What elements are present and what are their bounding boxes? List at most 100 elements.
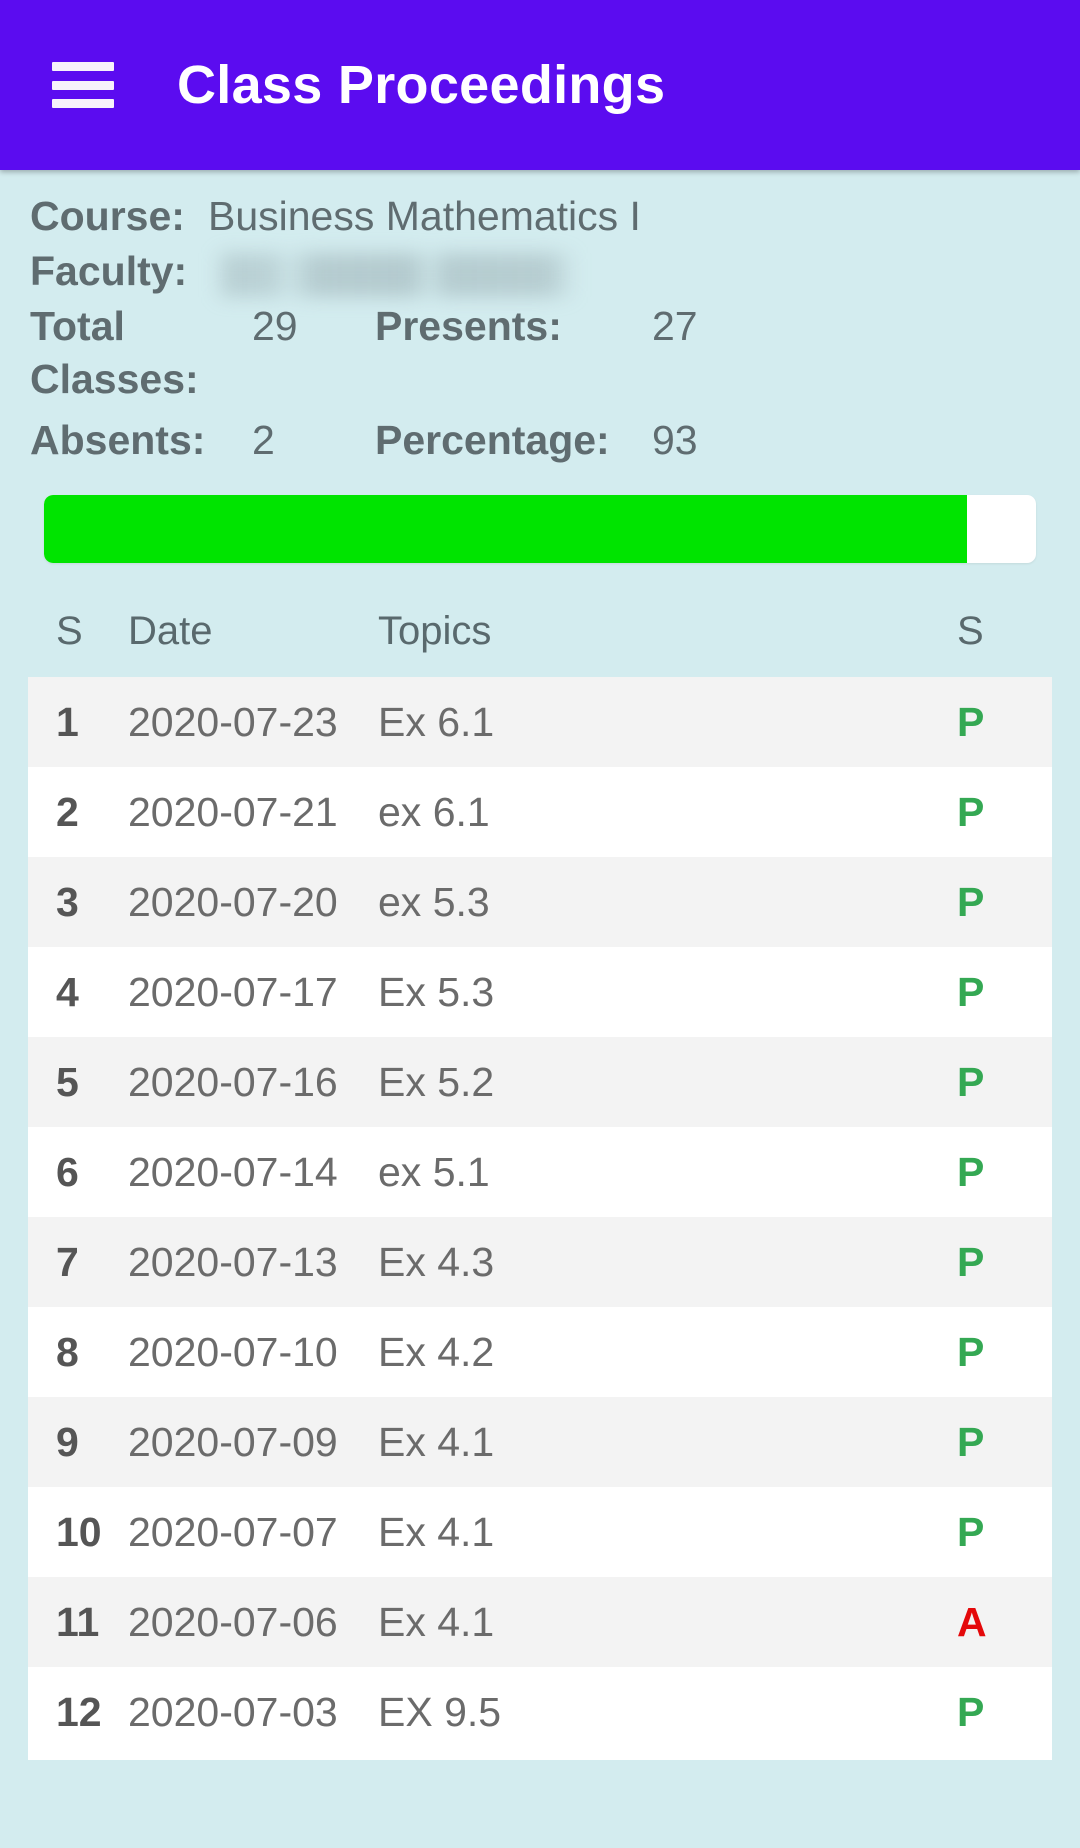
total-classes-label: Total Classes: <box>30 303 199 402</box>
table-row[interactable]: 6 2020-07-14 ex 5.1 P <box>28 1127 1052 1217</box>
table-row[interactable]: 4 2020-07-17 Ex 5.3 P <box>28 947 1052 1037</box>
presents-label-cell: Presents: <box>375 300 630 353</box>
absents-label-cell: Absents: <box>30 414 230 467</box>
row-topic: EX 9.5 <box>378 1688 502 1735</box>
table-row[interactable]: 3 2020-07-20 ex 5.3 P <box>28 857 1052 947</box>
presents-value-cell: 27 <box>630 300 1050 353</box>
row-date: 2020-07-03 <box>128 1688 338 1735</box>
attendance-table-body[interactable]: 1 2020-07-23 Ex 6.1 P 2 2020-07-21 ex 6.1 P 3 202… <box>28 677 1052 1760</box>
total-classes-value-cell: 29 <box>230 300 375 353</box>
table-row[interactable]: 12 2020-07-03 EX 9.5 P <box>28 1667 1052 1757</box>
row-status-badge: P <box>957 698 985 745</box>
app-screen: Class Proceedings Course: Business Mathe… <box>0 0 1080 1848</box>
row-date: 2020-07-07 <box>128 1508 338 1555</box>
row-date: 2020-07-14 <box>128 1148 338 1195</box>
course-value: Business Mathematics I <box>208 193 641 239</box>
page-title: Class Proceedings <box>177 55 666 115</box>
table-row[interactable]: 5 2020-07-16 Ex 5.2 P <box>28 1037 1052 1127</box>
row-topic: Ex 4.1 <box>378 1508 495 1555</box>
row-serial-number: 4 <box>56 968 79 1015</box>
attendance-progress-bar <box>44 495 1036 563</box>
attendance-progress-fill <box>44 495 967 563</box>
row-date: 2020-07-23 <box>128 698 338 745</box>
row-date: 2020-07-10 <box>128 1328 338 1375</box>
stats-row-1: Total Classes: 29 Presents: 27 <box>30 300 1050 406</box>
row-status-badge: P <box>957 1418 985 1465</box>
percentage-label: Percentage: <box>375 417 610 463</box>
header-date: Date <box>128 608 213 653</box>
row-topic: ex 5.3 <box>378 878 490 925</box>
faculty-label: Faculty: <box>30 248 188 294</box>
table-row[interactable]: 7 2020-07-13 Ex 4.3 P <box>28 1217 1052 1307</box>
faculty-value-redacted <box>214 253 577 297</box>
percentage-value-cell: 93 <box>630 414 1050 467</box>
header-topics: Topics <box>378 608 492 653</box>
row-serial-number: 11 <box>56 1598 100 1645</box>
row-date: 2020-07-20 <box>128 878 338 925</box>
row-status-badge: A <box>957 1598 987 1645</box>
row-serial-number: 12 <box>56 1688 102 1735</box>
hamburger-bar-3 <box>52 99 114 108</box>
row-status-badge: P <box>957 1058 985 1105</box>
hamburger-bar-2 <box>52 80 114 90</box>
presents-value: 27 <box>652 303 698 349</box>
row-serial-number: 1 <box>56 698 79 745</box>
presents-label: Presents: <box>375 303 562 349</box>
row-topic: Ex 4.3 <box>378 1238 495 1285</box>
row-topic: Ex 4.1 <box>378 1598 495 1645</box>
table-row[interactable]: 11 2020-07-06 Ex 4.1 A <box>28 1577 1052 1667</box>
app-bar: Class Proceedings <box>0 0 1080 170</box>
course-label: Course: <box>30 193 185 239</box>
absents-value-cell: 2 <box>230 414 375 467</box>
header-serial-number: S <box>56 608 83 653</box>
row-topic: Ex 5.3 <box>378 968 495 1015</box>
table-row[interactable]: 10 2020-07-07 Ex 4.1 P <box>28 1487 1052 1577</box>
row-serial-number: 8 <box>56 1328 79 1375</box>
stats-row-2: Absents: 2 Percentage: 93 <box>30 414 1050 467</box>
row-topic: Ex 6.1 <box>378 698 495 745</box>
row-serial-number: 6 <box>56 1148 79 1195</box>
header-status: S <box>957 608 984 653</box>
faculty-row: Faculty: <box>30 245 1050 298</box>
row-status-badge: P <box>957 1238 985 1285</box>
row-serial-number: 9 <box>56 1418 79 1465</box>
hamburger-menu-icon[interactable] <box>52 62 114 108</box>
row-topic: Ex 5.2 <box>378 1058 495 1105</box>
row-status-badge: P <box>957 788 985 835</box>
absents-label: Absents: <box>30 417 206 463</box>
row-date: 2020-07-13 <box>128 1238 338 1285</box>
row-topic: Ex 4.2 <box>378 1328 495 1375</box>
percentage-value: 93 <box>652 417 698 463</box>
course-row: Course: Business Mathematics I <box>30 190 1050 243</box>
row-serial-number: 7 <box>56 1238 79 1285</box>
attendance-table-header: S Date Topics S <box>0 585 1080 677</box>
table-row[interactable]: 9 2020-07-09 Ex 4.1 P <box>28 1397 1052 1487</box>
table-row[interactable]: 1 2020-07-23 Ex 6.1 P <box>28 677 1052 767</box>
table-row[interactable]: 8 2020-07-10 Ex 4.2 P <box>28 1307 1052 1397</box>
row-status-badge: P <box>957 968 985 1015</box>
total-classes-label-cell: Total Classes: <box>30 300 230 406</box>
hamburger-bar-1 <box>52 62 114 71</box>
row-date: 2020-07-21 <box>128 788 338 835</box>
row-serial-number: 10 <box>56 1508 102 1555</box>
row-status-badge: P <box>957 1688 985 1735</box>
row-date: 2020-07-17 <box>128 968 338 1015</box>
row-status-badge: P <box>957 1148 985 1195</box>
percentage-label-cell: Percentage: <box>375 414 630 467</box>
row-serial-number: 2 <box>56 788 79 835</box>
course-info-panel: Course: Business Mathematics I Faculty: … <box>0 170 1080 467</box>
row-topic: ex 6.1 <box>378 788 490 835</box>
row-date: 2020-07-09 <box>128 1418 338 1465</box>
row-date: 2020-07-06 <box>128 1598 338 1645</box>
row-serial-number: 5 <box>56 1058 79 1105</box>
table-row[interactable]: 2 2020-07-21 ex 6.1 P <box>28 767 1052 857</box>
row-serial-number: 3 <box>56 878 79 925</box>
row-date: 2020-07-16 <box>128 1058 338 1105</box>
row-topic: Ex 4.1 <box>378 1418 495 1465</box>
total-classes-value: 29 <box>252 303 298 349</box>
row-topic: ex 5.1 <box>378 1148 490 1195</box>
row-status-badge: P <box>957 1508 985 1555</box>
absents-value: 2 <box>252 417 275 463</box>
row-status-badge: P <box>957 878 985 925</box>
row-status-badge: P <box>957 1328 985 1375</box>
